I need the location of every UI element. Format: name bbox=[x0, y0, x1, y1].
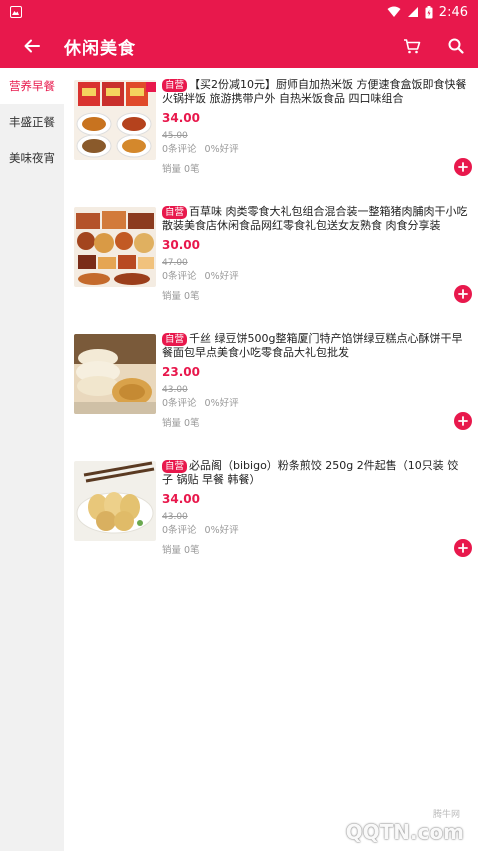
sales-count: 销量 0笔 bbox=[162, 164, 200, 175]
product-stats: 0条评论 0%好评 bbox=[162, 143, 468, 157]
product-price: 34.00 bbox=[162, 111, 200, 125]
product-image bbox=[74, 461, 156, 541]
product-image bbox=[74, 80, 156, 160]
product-item[interactable]: 自营 百草味 肉类零食大礼包组合混合装一整箱猪肉脯肉干小吃散装美食店休闲食品网红零… bbox=[64, 195, 478, 322]
wifi-icon bbox=[387, 6, 401, 17]
product-original-price: 43.00 bbox=[162, 385, 188, 395]
sidebar-item-breakfast[interactable]: 营养早餐 bbox=[0, 68, 64, 104]
self-operated-badge: 自营 bbox=[162, 79, 188, 92]
positive-rate: 0%好评 bbox=[204, 144, 239, 155]
cart-button[interactable] bbox=[390, 24, 434, 68]
review-count: 0条评论 bbox=[162, 398, 197, 409]
self-operated-badge: 自营 bbox=[162, 333, 188, 346]
product-price: 30.00 bbox=[162, 238, 200, 252]
product-stats: 0条评论 0%好评 bbox=[162, 270, 468, 284]
product-stats: 0条评论 0%好评 bbox=[162, 397, 468, 411]
add-to-cart-button[interactable] bbox=[454, 285, 472, 303]
sales-count: 销量 0笔 bbox=[162, 418, 200, 429]
product-item[interactable]: 自营 【买2份减10元】厨师自加热米饭 方便速食盒饭即食快餐火锅拌饭 旅游携带户外… bbox=[64, 68, 478, 195]
back-button[interactable] bbox=[0, 24, 64, 68]
product-price: 23.00 bbox=[162, 365, 200, 379]
positive-rate: 0%好评 bbox=[204, 271, 239, 282]
product-name: 自营 必品阁（bibigo）粉条煎饺 250g 2件起售（10只装 饺子 锅贴 早… bbox=[162, 459, 459, 486]
plus-icon bbox=[458, 416, 468, 426]
product-item[interactable]: 自营 千丝 绿豆饼500g整箱厦门特产馅饼绿豆糕点心酥饼干早餐面包早点美食小吃零食… bbox=[64, 322, 478, 449]
product-stats: 0条评论 0%好评 bbox=[162, 524, 468, 538]
sidebar-item-late-night[interactable]: 美味夜宵 bbox=[0, 140, 64, 176]
sidebar-item-dinner[interactable]: 丰盛正餐 bbox=[0, 104, 64, 140]
cart-icon bbox=[404, 39, 421, 54]
product-image bbox=[74, 207, 156, 287]
page-title: 休闲美食 bbox=[64, 38, 136, 59]
positive-rate: 0%好评 bbox=[204, 398, 239, 409]
sales-count: 销量 0笔 bbox=[162, 545, 200, 556]
app-bar: 休闲美食 bbox=[0, 24, 478, 68]
status-bar: 2:46 bbox=[0, 0, 478, 24]
search-button[interactable] bbox=[434, 24, 478, 68]
product-image bbox=[74, 334, 156, 414]
add-to-cart-button[interactable] bbox=[454, 539, 472, 557]
search-icon bbox=[448, 38, 464, 54]
product-name: 自营 【买2份减10元】厨师自加热米饭 方便速食盒饭即食快餐火锅拌饭 旅游携带户外… bbox=[162, 78, 467, 105]
product-original-price: 45.00 bbox=[162, 131, 188, 141]
product-name: 自营 千丝 绿豆饼500g整箱厦门特产馅饼绿豆糕点心酥饼干早餐面包早点美食小吃零食… bbox=[162, 332, 463, 359]
review-count: 0条评论 bbox=[162, 144, 197, 155]
notification-icon bbox=[10, 6, 22, 18]
logo-icon bbox=[316, 819, 342, 845]
watermark-small-text: 腾牛网 bbox=[432, 810, 460, 820]
product-list: 自营 【买2份减10元】厨师自加热米饭 方便速食盒饭即食快餐火锅拌饭 旅游携带户外… bbox=[64, 68, 478, 851]
status-time: 2:46 bbox=[438, 4, 468, 20]
positive-rate: 0%好评 bbox=[204, 525, 239, 536]
review-count: 0条评论 bbox=[162, 271, 197, 282]
add-to-cart-button[interactable] bbox=[454, 158, 472, 176]
battery-icon bbox=[425, 5, 433, 18]
signal-icon bbox=[407, 7, 418, 17]
add-to-cart-button[interactable] bbox=[454, 412, 472, 430]
product-price: 34.00 bbox=[162, 492, 200, 506]
sales-count: 销量 0笔 bbox=[162, 291, 200, 302]
product-original-price: 43.00 bbox=[162, 512, 188, 522]
self-operated-badge: 自营 bbox=[162, 206, 188, 219]
product-item[interactable]: 自营 必品阁（bibigo）粉条煎饺 250g 2件起售（10只装 饺子 锅贴 早… bbox=[64, 449, 478, 576]
plus-icon bbox=[458, 289, 468, 299]
plus-icon bbox=[458, 162, 468, 172]
review-count: 0条评论 bbox=[162, 525, 197, 536]
product-name: 自营 百草味 肉类零食大礼包组合混合装一整箱猪肉脯肉干小吃散装美食店休闲食品网红零… bbox=[162, 205, 468, 232]
watermark: QQTN.com 腾牛网 bbox=[316, 810, 464, 845]
self-operated-badge: 自营 bbox=[162, 460, 188, 473]
product-original-price: 47.00 bbox=[162, 258, 188, 268]
arrow-left-icon bbox=[24, 39, 40, 53]
watermark-text: QQTN.com bbox=[345, 820, 464, 844]
plus-icon bbox=[458, 543, 468, 553]
category-sidebar: 营养早餐 丰盛正餐 美味夜宵 bbox=[0, 68, 64, 851]
